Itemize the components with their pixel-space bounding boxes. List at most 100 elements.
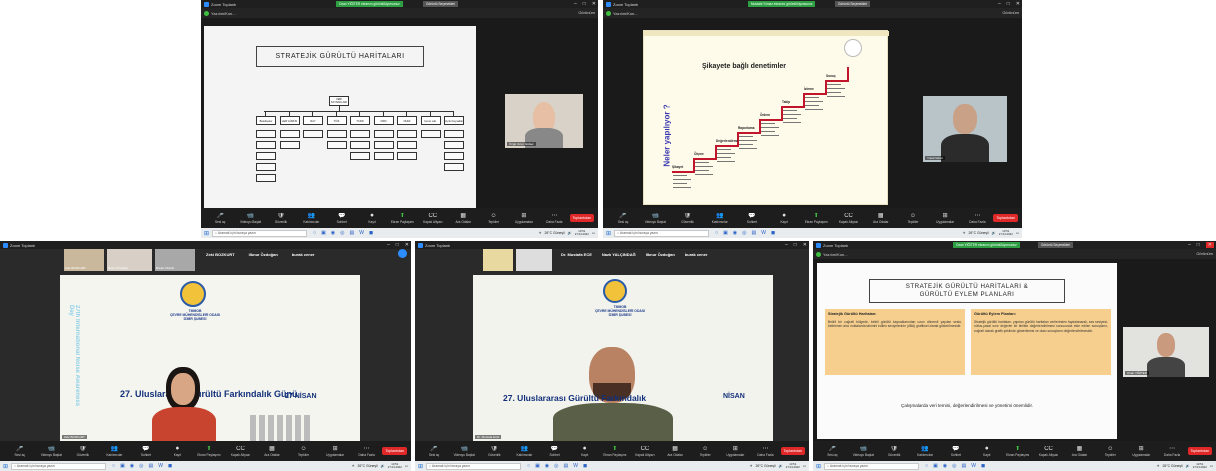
word-icon[interactable]: W: [971, 463, 976, 469]
toolbar-item[interactable]: ▦ Ara Odalar: [660, 446, 690, 457]
windows-start-icon[interactable]: ⊞: [3, 463, 8, 470]
weather-icon[interactable]: ☀: [351, 464, 354, 468]
explorer-icon[interactable]: ▤: [962, 463, 967, 469]
view-button[interactable]: Görünüm: [1196, 251, 1213, 256]
toolbar-item[interactable]: 👥 Katılımcılar: [509, 446, 539, 457]
taskbar-search-input[interactable]: ⌕ Aramak için buraya yazın: [11, 462, 107, 470]
toolbar-item[interactable]: ⊞ Uygulamalar: [509, 213, 539, 224]
taskbar-search-input[interactable]: ⌕ Aramak için buraya yazın: [212, 229, 308, 237]
edge-icon[interactable]: ◉: [733, 230, 737, 236]
cortana-icon[interactable]: ○: [715, 230, 718, 236]
maximize-icon[interactable]: □: [583, 1, 586, 7]
cortana-icon[interactable]: ○: [925, 463, 928, 469]
toolbar-item[interactable]: ▦ Ara Odalar: [256, 446, 288, 457]
volume-icon[interactable]: 🔊: [779, 464, 783, 468]
edge-icon[interactable]: ◉: [943, 463, 947, 469]
toolbar-item[interactable]: 🛡 Güvenlik: [266, 213, 296, 224]
minimize-icon[interactable]: –: [574, 1, 577, 7]
toolbar-item[interactable]: ⏺ Kayıt: [768, 213, 800, 224]
toolbar-item[interactable]: 🎤 Sesi aç: [4, 446, 36, 457]
toolbar-item[interactable]: ⋯ Daha Fazla: [539, 213, 569, 224]
toolbar-item[interactable]: ⊞ Uygulamalar: [1126, 446, 1157, 457]
view-button[interactable]: Görünüm: [1002, 10, 1019, 15]
notification-icon[interactable]: ▭: [405, 464, 408, 468]
weather-icon[interactable]: ☀: [962, 231, 965, 235]
task-view-icon[interactable]: ▣: [723, 230, 728, 236]
participant-tile[interactable]: Burak CİHAN: [155, 249, 195, 271]
close-icon[interactable]: ✕: [1016, 1, 1020, 7]
toolbar-item[interactable]: CC Kapalı Altyazı: [630, 446, 660, 457]
clock[interactable]: 13:51 27.04.2022: [575, 230, 589, 236]
toolbar-item[interactable]: ▦ Ara Odalar: [1064, 446, 1095, 457]
taskbar-search-input[interactable]: ⌕ Aramak için buraya yazın: [426, 462, 522, 470]
explorer-icon[interactable]: ▤: [752, 230, 757, 236]
zoom-taskbar-icon[interactable]: ◼: [369, 230, 373, 236]
toolbar-item[interactable]: ⋯ Daha Fazla: [351, 446, 383, 457]
chrome-icon[interactable]: ◎: [742, 230, 746, 236]
toolbar-item[interactable]: ⊞ Uygulamalar: [319, 446, 351, 457]
edge-icon[interactable]: ◉: [545, 463, 549, 469]
toolbar-item[interactable]: ▦ Ara Odalar: [865, 213, 897, 224]
view-options-button[interactable]: Görüntü Seçenekleri: [1038, 242, 1074, 248]
notification-icon[interactable]: ▭: [592, 231, 595, 235]
toolbar-item[interactable]: 🎤 Sesi aç: [419, 446, 449, 457]
chrome-icon[interactable]: ◎: [952, 463, 956, 469]
clock[interactable]: 13:51 27.04.2022: [999, 230, 1013, 236]
toolbar-item[interactable]: ☺ Tepkiler: [1095, 446, 1126, 457]
close-icon[interactable]: ✕: [405, 242, 409, 248]
toolbar-item[interactable]: ⏺ Kayıt: [570, 446, 600, 457]
task-view-icon[interactable]: ▣: [321, 230, 326, 236]
toolbar-item[interactable]: CC Kapalı Altyazı: [225, 446, 257, 457]
minimize-icon[interactable]: –: [387, 242, 390, 248]
close-icon[interactable]: ✕: [592, 1, 596, 7]
next-page-icon[interactable]: [398, 249, 407, 258]
toolbar-item[interactable]: ⋯ Daha Fazla: [750, 446, 780, 457]
toolbar-item[interactable]: ⋯ Daha Fazla: [1157, 446, 1188, 457]
toolbar-item[interactable]: ▦ Ara Odalar: [448, 213, 478, 224]
taskbar-search-input[interactable]: ⌕ Aramak için buraya yazın: [614, 229, 710, 237]
maximize-icon[interactable]: □: [1007, 1, 1010, 7]
cortana-icon[interactable]: ○: [112, 463, 115, 469]
toolbar-item[interactable]: 📹 Videoyu Başlat: [639, 213, 671, 224]
edge-icon[interactable]: ◉: [130, 463, 134, 469]
toolbar-item[interactable]: 📹 Videoyu Başlat: [449, 446, 479, 457]
word-icon[interactable]: W: [158, 463, 163, 469]
toolbar-item[interactable]: 💬 Sohbet: [130, 446, 162, 457]
explorer-icon[interactable]: ▤: [350, 230, 355, 236]
weather-icon[interactable]: ☀: [1156, 464, 1159, 468]
participant-tile[interactable]: [516, 249, 552, 271]
toolbar-item[interactable]: ⬆ Ekran Paylaşımı: [600, 446, 630, 457]
leave-button[interactable]: Toplantıdan: [569, 214, 595, 222]
toolbar-item[interactable]: 🛡 Güvenlik: [67, 446, 99, 457]
volume-icon[interactable]: 🔊: [1186, 464, 1190, 468]
toolbar-item[interactable]: ⬆ Ekran Paylaşımı: [1002, 446, 1033, 457]
toolbar-item[interactable]: ⋯ Daha Fazla: [961, 213, 993, 224]
clock[interactable]: 13:51 27.04.2022: [388, 463, 402, 469]
toolbar-item[interactable]: 🎤 Sesi aç: [205, 213, 235, 224]
toolbar-item[interactable]: ⏺ Kayıt: [162, 446, 194, 457]
participant-tile[interactable]: [483, 249, 513, 271]
windows-start-icon[interactable]: ⊞: [204, 230, 209, 237]
toolbar-item[interactable]: 👥 Katılımcılar: [910, 446, 941, 457]
toolbar-item[interactable]: ⬆ Ekran Paylaşımı: [800, 213, 832, 224]
toolbar-item[interactable]: ⊞ Uygulamalar: [720, 446, 750, 457]
zoom-taskbar-icon[interactable]: ◼: [771, 230, 775, 236]
leave-button[interactable]: Toplantıdan: [382, 447, 407, 455]
close-icon[interactable]: ✕: [803, 242, 807, 248]
toolbar-item[interactable]: ⏺ Kayıt: [357, 213, 387, 224]
participant-video[interactable]: Yusuf Gürel: [923, 96, 1007, 162]
toolbar-item[interactable]: 💬 Sohbet: [941, 446, 972, 457]
task-view-icon[interactable]: ▣: [933, 463, 938, 469]
shield-icon[interactable]: [816, 251, 821, 257]
volume-icon[interactable]: 🔊: [568, 231, 572, 235]
toolbar-item[interactable]: ☺ Tepkiler: [288, 446, 320, 457]
toolbar-item[interactable]: CC Kapalı Altyazı: [832, 213, 864, 224]
task-view-icon[interactable]: ▣: [535, 463, 540, 469]
clock[interactable]: 13:51 27.04.2022: [786, 463, 800, 469]
zoom-taskbar-icon[interactable]: ◼: [583, 463, 587, 469]
notification-icon[interactable]: ▭: [1210, 464, 1213, 468]
word-icon[interactable]: W: [761, 230, 766, 236]
explorer-icon[interactable]: ▤: [149, 463, 154, 469]
word-icon[interactable]: W: [359, 230, 364, 236]
clock[interactable]: 13:51 27.04.2022: [1193, 463, 1207, 469]
